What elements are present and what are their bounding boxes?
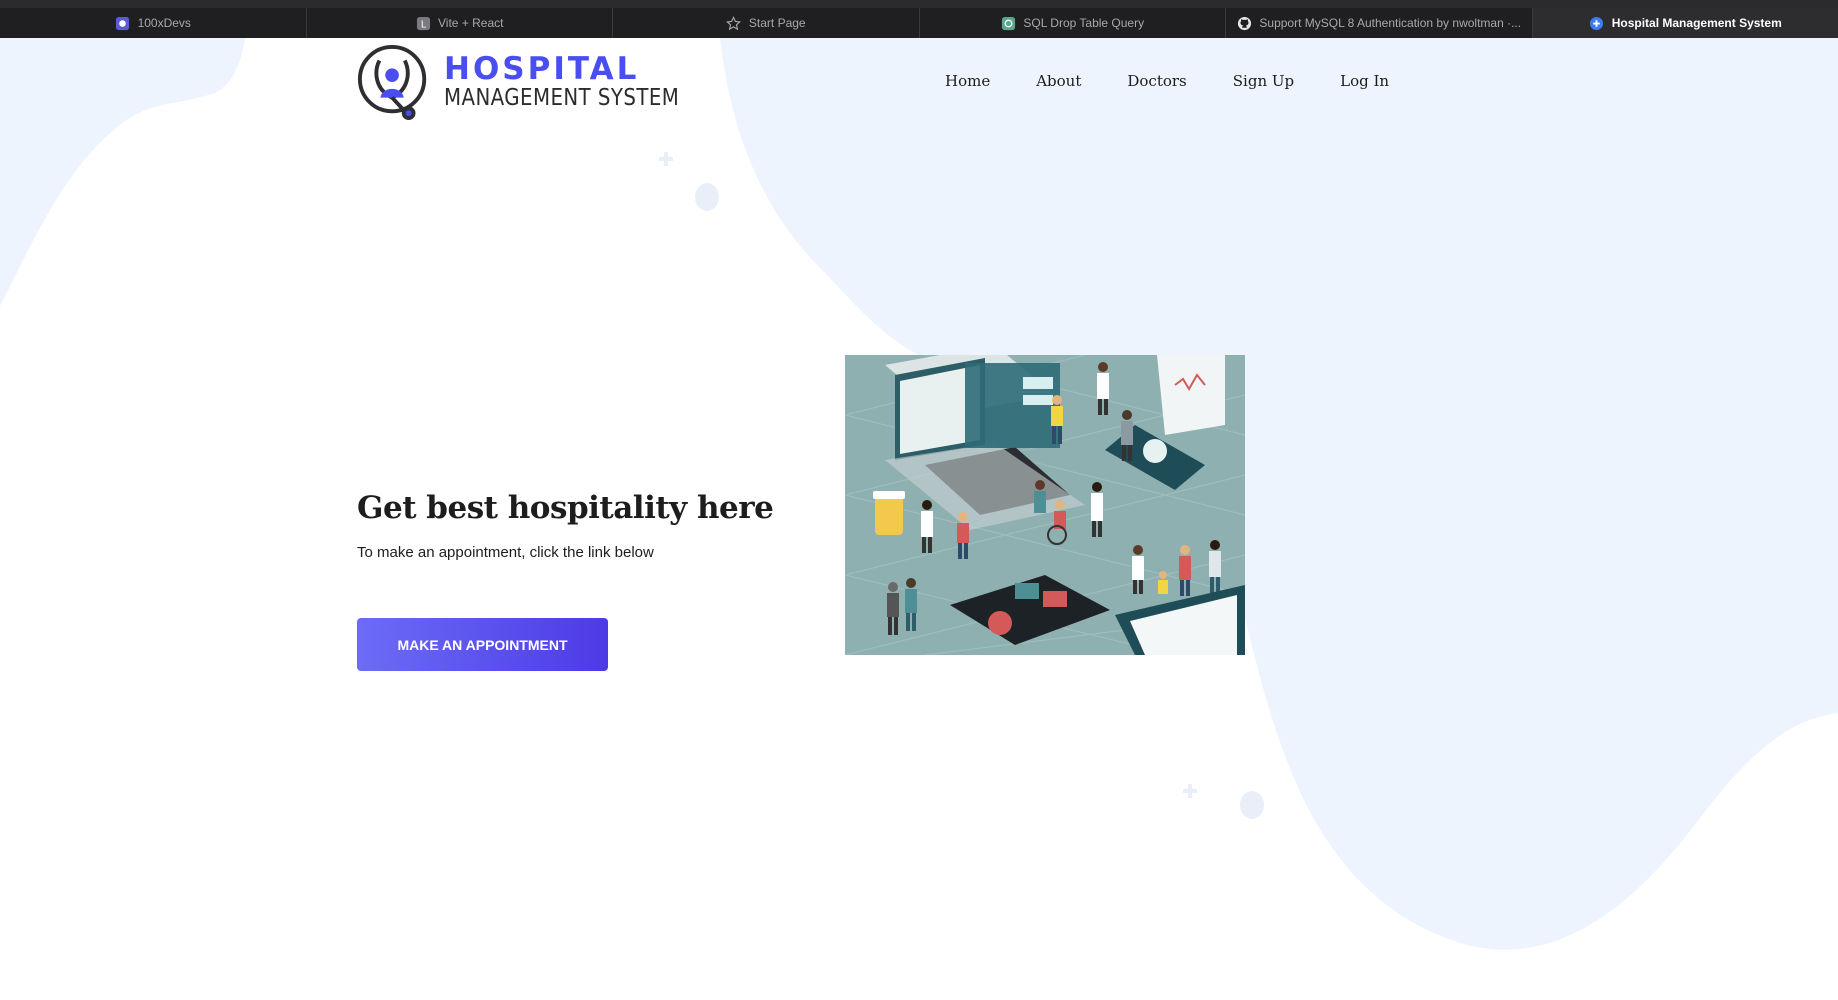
tab-github-mysql[interactable]: Support MySQL 8 Authentication by nwoltm… bbox=[1226, 8, 1533, 38]
plus-decoration-icon bbox=[1181, 782, 1199, 805]
stethoscope-doctor-icon bbox=[357, 44, 427, 121]
site-logo[interactable]: HOSPITAL MANAGEMENT SYSTEM bbox=[356, 42, 718, 122]
tab-hospital-management[interactable]: Hospital Management System bbox=[1532, 8, 1838, 38]
nav-home[interactable]: Home bbox=[945, 72, 990, 90]
tab-title: SQL Drop Table Query bbox=[1023, 16, 1145, 30]
github-icon bbox=[1236, 15, 1252, 31]
tab-title: 100xDevs bbox=[137, 16, 191, 30]
star-icon bbox=[726, 15, 742, 31]
nav-log-in[interactable]: Log In bbox=[1340, 72, 1389, 90]
chatgpt-icon bbox=[1000, 15, 1016, 31]
logo-subtitle: MANAGEMENT SYSTEM bbox=[444, 85, 680, 111]
plus-decoration-icon bbox=[657, 150, 675, 173]
circle-decoration-icon bbox=[1239, 790, 1265, 825]
tab-vite-react[interactable]: L Vite + React bbox=[307, 8, 613, 38]
make-appointment-button[interactable]: MAKE AN APPOINTMENT bbox=[357, 618, 608, 671]
circle-decoration-icon bbox=[694, 182, 720, 217]
tab-sql-drop-table[interactable]: SQL Drop Table Query bbox=[920, 8, 1226, 38]
logo-text: HOSPITAL MANAGEMENT SYSTEM bbox=[444, 54, 718, 110]
nav-sign-up[interactable]: Sign Up bbox=[1233, 72, 1294, 90]
100xdevs-icon bbox=[115, 15, 131, 31]
isometric-healthcare-illustration bbox=[845, 355, 1245, 655]
main-nav: Home About Doctors Sign Up Log In bbox=[945, 72, 1435, 90]
svg-text:L: L bbox=[420, 19, 426, 30]
tab-100xdevs[interactable]: 100xDevs bbox=[0, 8, 307, 38]
logo-title: HOSPITAL bbox=[444, 51, 640, 87]
hero-subtitle: To make an appointment, click the link b… bbox=[357, 544, 654, 561]
hospital-cross-icon bbox=[1589, 15, 1605, 31]
tab-start-page[interactable]: Start Page bbox=[613, 8, 920, 38]
browser-tab-bar: 100xDevs L Vite + React Start Page SQL D… bbox=[0, 0, 1838, 38]
nav-about[interactable]: About bbox=[1036, 72, 1081, 90]
tab-title: Start Page bbox=[748, 16, 806, 30]
tab-title: Support MySQL 8 Authentication by nwoltm… bbox=[1259, 16, 1522, 30]
tab-title: Vite + React bbox=[438, 16, 504, 30]
hero-title: Get best hospitality here bbox=[357, 490, 774, 526]
tab-title: Hospital Management System bbox=[1611, 16, 1782, 30]
nav-doctors[interactable]: Doctors bbox=[1127, 72, 1186, 90]
letter-l-icon: L bbox=[415, 15, 431, 31]
